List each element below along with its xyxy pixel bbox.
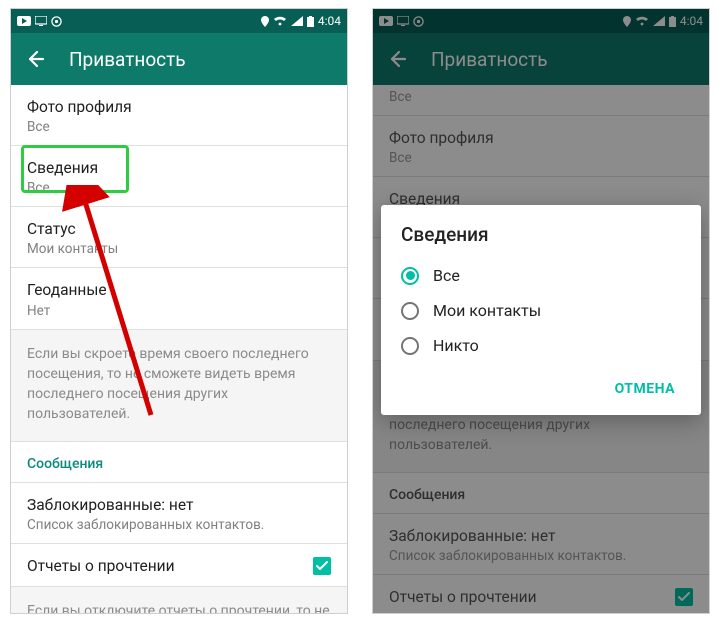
radio-label: Никто [433, 336, 479, 355]
battery-icon [307, 16, 314, 27]
setting-value: Все [27, 119, 331, 135]
settings-list: Фото профиля Все Сведения Все Статус Мои… [11, 85, 347, 613]
dialog-about-visibility: Сведения Все Мои контакты Никто ОТМЕНА [381, 205, 701, 415]
radio-label: Мои контакты [433, 301, 541, 320]
setting-title: Фото профиля [27, 97, 331, 117]
app-bar: Приватность [11, 33, 347, 85]
radio-label: Все [433, 266, 460, 285]
app-bar-title: Приватность [69, 48, 186, 71]
setting-row-blocked[interactable]: Заблокированные: нет Список заблокирован… [11, 483, 347, 544]
wifi-icon [273, 16, 287, 26]
signal-icon [291, 16, 303, 26]
section-header-messages: Сообщения [11, 442, 347, 483]
setting-value: Нет [27, 303, 331, 319]
radio-option-nobody[interactable]: Никто [401, 328, 681, 363]
status-time: 4:04 [318, 14, 341, 28]
setting-title: Статус [27, 219, 331, 239]
radio-option-everyone[interactable]: Все [401, 258, 681, 293]
setting-title: Сведения [27, 158, 331, 178]
radio-unselected-icon [401, 337, 419, 355]
setting-title: Геоданные [27, 280, 331, 300]
info-read-receipts: Если вы отключите отчеты о прочтении, то… [11, 587, 347, 613]
youtube-icon [17, 16, 31, 26]
phone-screenshot-left: 4:04 Приватность Фото профиля Все Сведен… [10, 8, 348, 614]
location-icon [261, 16, 269, 27]
status-bar: 4:04 [11, 9, 347, 33]
setting-row-location[interactable]: Геоданные Нет [11, 268, 347, 329]
setting-value: Список заблокированных контактов. [27, 517, 331, 533]
radio-option-contacts[interactable]: Мои контакты [401, 293, 681, 328]
cancel-button[interactable]: ОТМЕНА [609, 373, 681, 405]
radio-unselected-icon [401, 302, 419, 320]
setting-row-about[interactable]: Сведения Все [11, 146, 347, 207]
setting-row-status[interactable]: Статус Мои контакты [11, 207, 347, 268]
back-icon[interactable] [25, 49, 45, 69]
phone-screenshot-right: 4:04 Приватность Все Фото профиля Все Св… [372, 8, 710, 614]
setting-value: Мои контакты [27, 241, 331, 257]
checkbox-checked-icon[interactable] [313, 557, 331, 575]
cast-icon [35, 16, 47, 26]
setting-title: Заблокированные: нет [27, 495, 331, 515]
setting-row-photo[interactable]: Фото профиля Все [11, 85, 347, 146]
info-last-seen: Если вы скроете время своего последнего … [11, 330, 347, 442]
setting-row-read-receipts[interactable]: Отчеты о прочтении [11, 544, 347, 587]
whatsapp-icon [51, 16, 62, 27]
dialog-title: Сведения [401, 223, 681, 246]
setting-title: Отчеты о прочтении [27, 556, 175, 576]
setting-value: Все [27, 180, 331, 196]
radio-selected-icon [401, 267, 419, 285]
